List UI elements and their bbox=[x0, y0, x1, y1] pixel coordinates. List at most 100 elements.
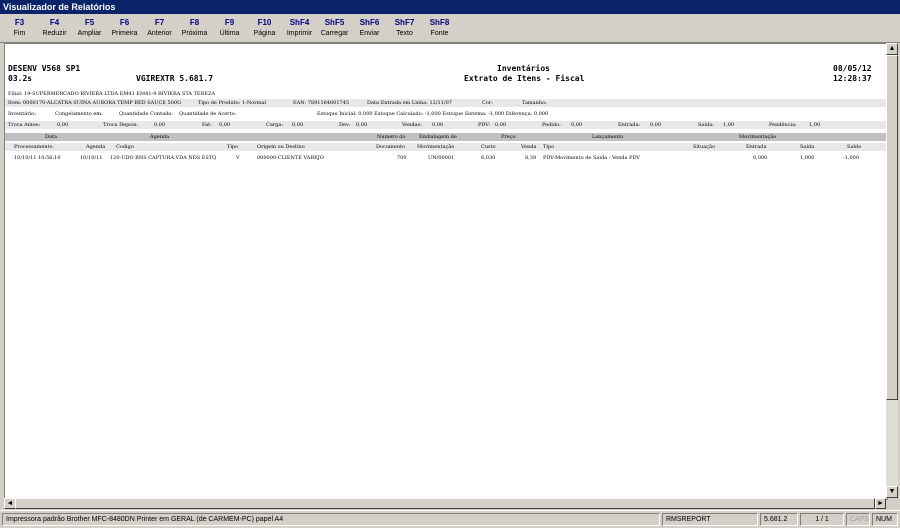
col-group-header: Embalagem de bbox=[419, 134, 457, 140]
scroll-right-arrow-icon[interactable]: ► bbox=[875, 498, 886, 509]
total-value: 0,00 bbox=[219, 122, 231, 128]
next-page-button[interactable]: F8 Próxima bbox=[177, 18, 212, 42]
total-label: Troca Depois: bbox=[103, 122, 139, 128]
report-program: VGIREXTR 5.681.7 bbox=[136, 74, 214, 83]
goto-page-button[interactable]: F10 Página bbox=[247, 18, 282, 42]
cell-price: 8,39 bbox=[525, 155, 537, 161]
col-header: Entrada bbox=[746, 144, 767, 150]
cell-agenda-date: 10/10/11 bbox=[80, 155, 103, 161]
col-group-header: Movimentação bbox=[739, 134, 777, 140]
total-value: 0,00 bbox=[356, 122, 368, 128]
total-label: Fat: bbox=[202, 122, 212, 128]
tb-key: F6 bbox=[119, 18, 130, 27]
col-header: Processamento bbox=[14, 144, 53, 150]
previous-page-button[interactable]: F7 Anterior bbox=[142, 18, 177, 42]
cell-packaging: UN/00001 bbox=[428, 155, 455, 161]
filial-line: Filial: 19-SUPERMERCADO RIVIERA LTDA EM4… bbox=[8, 91, 216, 97]
report-subtitle: Extrato de Itens - Fiscal bbox=[464, 74, 585, 83]
total-label: PDV: bbox=[478, 122, 491, 128]
send-button[interactable]: ShF6 Enviar bbox=[352, 18, 387, 42]
tb-key: F7 bbox=[154, 18, 165, 27]
cell-out: 1,000 bbox=[800, 155, 815, 161]
col-header: Origem ou Destino bbox=[257, 144, 305, 150]
item-text: Item: 0000170-ALCATRA SUINA AURORA TEMP … bbox=[8, 100, 182, 106]
zoom-in-button[interactable]: F5 Ampliar bbox=[72, 18, 107, 42]
cell-cost: 6,030 bbox=[481, 155, 496, 161]
tb-label: Carregar bbox=[320, 30, 349, 37]
tb-label: Texto bbox=[396, 30, 413, 37]
total-value: 1,00 bbox=[723, 122, 735, 128]
col-header: Saldo bbox=[847, 144, 862, 150]
cell-balance: -1,000 bbox=[843, 155, 860, 161]
cell-processing-date: 10/10/11 10:56:10 bbox=[14, 155, 61, 161]
first-page-button[interactable]: F6 Primeira bbox=[107, 18, 142, 42]
size-label: Tamanho: bbox=[522, 100, 547, 106]
tb-label: Ampliar bbox=[77, 30, 102, 37]
app-version: 5.681.2 bbox=[760, 513, 798, 526]
col-group-header: Numero do bbox=[377, 134, 406, 140]
col-header: Custo bbox=[481, 144, 496, 150]
tb-key: F8 bbox=[189, 18, 200, 27]
report-title: Inventários bbox=[497, 64, 550, 73]
total-label: Dev: bbox=[339, 122, 351, 128]
tb-key: F4 bbox=[49, 18, 60, 27]
page-indicator: 1 / 1 bbox=[800, 513, 844, 526]
total-label: Entrada: bbox=[618, 122, 641, 128]
adjust-qty-label: Quantidade de Acerto: bbox=[179, 111, 237, 117]
vertical-scrollbar[interactable]: ▲ ▼ bbox=[886, 43, 898, 498]
col-header: Situação bbox=[693, 144, 716, 150]
horizontal-scroll-thumb[interactable] bbox=[15, 498, 875, 509]
last-page-button[interactable]: F9 Última bbox=[212, 18, 247, 42]
text-button[interactable]: ShF7 Texto bbox=[387, 18, 422, 42]
cell-document: 700 bbox=[397, 155, 407, 161]
total-value: 1,00 bbox=[809, 122, 821, 128]
total-label: Pedido: bbox=[542, 122, 561, 128]
col-header: Tipo bbox=[543, 144, 555, 150]
total-label: Vendas: bbox=[402, 122, 422, 128]
tb-key: ShF4 bbox=[289, 18, 310, 27]
tb-key: ShF7 bbox=[394, 18, 415, 27]
col-group-header: Data bbox=[45, 134, 57, 140]
report-version: 03.2s bbox=[8, 74, 33, 83]
entry-date: Data Entrada em Linha: 12/11/07 bbox=[367, 100, 452, 106]
scroll-down-arrow-icon[interactable]: ▼ bbox=[886, 486, 898, 498]
tb-key: ShF5 bbox=[324, 18, 345, 27]
col-header: Venda bbox=[521, 144, 537, 150]
cell-type: V bbox=[236, 155, 240, 161]
vertical-scroll-thumb[interactable] bbox=[886, 55, 898, 400]
col-group-header: Preço bbox=[501, 134, 516, 140]
tb-label: Fonte bbox=[430, 30, 449, 37]
tb-label: Enviar bbox=[359, 30, 380, 37]
load-button[interactable]: ShF5 Carregar bbox=[317, 18, 352, 42]
col-header: Documento bbox=[376, 144, 405, 150]
zoom-out-button[interactable]: F4 Reduzir bbox=[37, 18, 72, 42]
scroll-up-arrow-icon[interactable]: ▲ bbox=[886, 43, 898, 55]
tb-label: Última bbox=[219, 30, 240, 37]
tb-key: F3 bbox=[14, 18, 25, 27]
caps-indicator: CAPS bbox=[846, 513, 870, 526]
status-bar: Impressora padrão Brother MFC-8480DN Pri… bbox=[0, 510, 900, 528]
tb-label: Página bbox=[253, 30, 276, 37]
toolbar: F3 Fim F4 Reduzir F5 Ampliar F6 Primeira F7 A… bbox=[0, 14, 900, 43]
report-env: DESENV V568 SP1 bbox=[8, 64, 81, 73]
report-page: DESENV V568 SP1 03.2s VGIREXTR 5.681.7 I… bbox=[4, 43, 888, 500]
total-label: Troca Antes: bbox=[8, 122, 41, 128]
app-name: RMSREPORT bbox=[662, 513, 758, 526]
tb-label: Fim bbox=[13, 30, 26, 37]
horizontal-scrollbar[interactable]: ◄ ► bbox=[4, 498, 886, 509]
product-type: Tipo de Produto: 1-Normal bbox=[198, 100, 266, 106]
tb-label: Reduzir bbox=[42, 30, 67, 37]
freeze-label: Congelamento em: bbox=[55, 111, 103, 117]
end-button[interactable]: F3 Fim bbox=[2, 18, 37, 42]
font-button[interactable]: ShF8 Fonte bbox=[422, 18, 457, 42]
total-value: 0,00 bbox=[432, 122, 444, 128]
print-button[interactable]: ShF4 Imprimir bbox=[282, 18, 317, 42]
printer-status: Impressora padrão Brother MFC-8480DN Pri… bbox=[2, 513, 660, 526]
col-group-header: Agenda bbox=[150, 134, 170, 140]
tb-key: F9 bbox=[224, 18, 235, 27]
counted-qty-label: Quantidade Contada: bbox=[119, 111, 173, 117]
tb-key: F10 bbox=[257, 18, 272, 27]
cell-agenda-code: 120-UDO BNS CAPTURA VDA NDS ESTQ bbox=[110, 155, 217, 161]
col-header: Agenda bbox=[86, 144, 106, 150]
tb-label: Próxima bbox=[181, 30, 208, 37]
